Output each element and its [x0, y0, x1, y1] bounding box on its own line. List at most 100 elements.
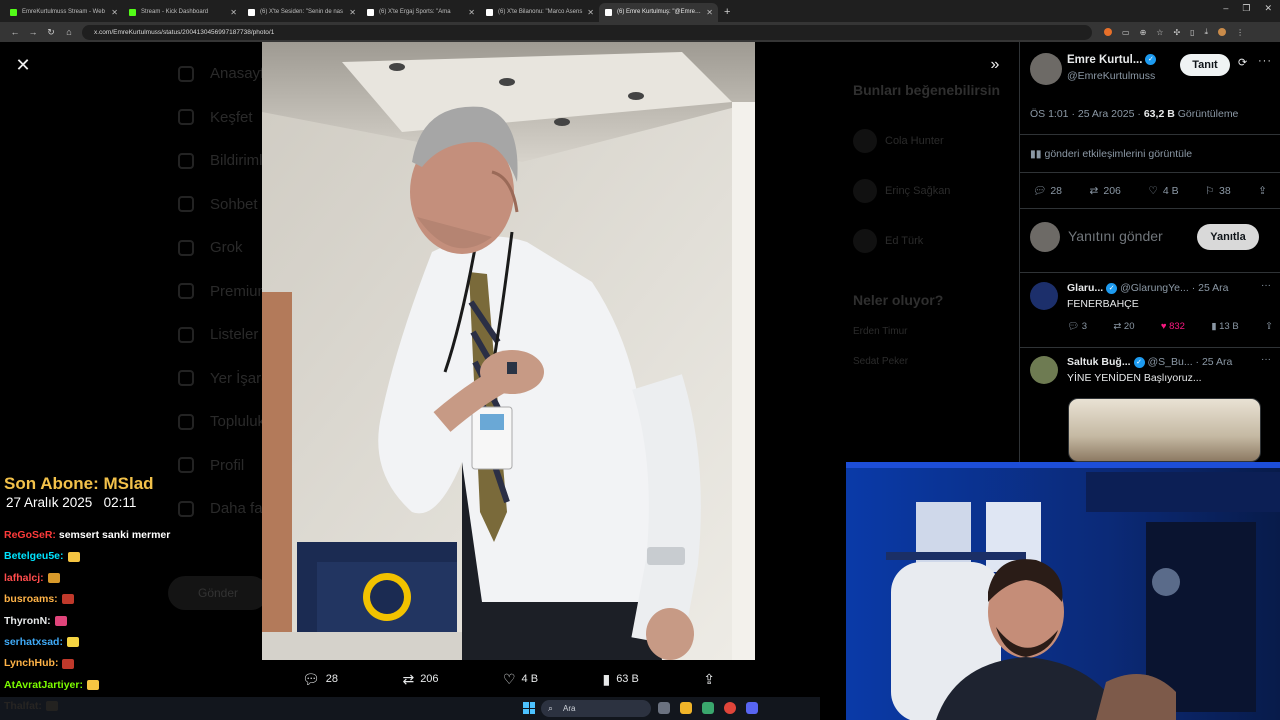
- sidebar-icon[interactable]: ▯: [1190, 28, 1194, 37]
- like-stat[interactable]: ♡ 4 B: [1148, 184, 1178, 197]
- discord-icon[interactable]: [746, 702, 758, 714]
- zoom-icon[interactable]: ⊕: [1140, 28, 1147, 37]
- address-bar-row: ← → ↻ ⌂ x.com/EmreKurtulmuss/status/2004…: [0, 22, 1280, 42]
- reply-count: 28: [325, 673, 339, 685]
- chat-message: LynchHub:: [4, 657, 75, 669]
- reply-submit-button[interactable]: Yanıtla: [1197, 224, 1259, 250]
- bookmark-stat[interactable]: ⚐ 38: [1206, 184, 1231, 197]
- who-to-follow: Bunları beğenebilirsin Cola Hunter Erinç…: [853, 82, 1013, 386]
- trends-heading: Neler oluyor?: [853, 292, 944, 308]
- tab-close-icon[interactable]: ✕: [230, 3, 237, 22]
- more-options-icon[interactable]: ···: [1261, 280, 1271, 291]
- avatar[interactable]: [1030, 282, 1058, 310]
- tab-close-icon[interactable]: ✕: [111, 3, 118, 22]
- browser-tab[interactable]: Stream - Kick Dashboard ✕: [123, 3, 242, 22]
- more-options-icon[interactable]: ···: [1258, 55, 1272, 67]
- author-name[interactable]: Emre Kurtul... ✓: [1067, 54, 1157, 66]
- tweet-stats: 💬︎ 28 ⇄ 206 ♡ 4 B ⚐ 38 ⇪: [1032, 184, 1267, 198]
- suggestion-item: Ed Türk: [853, 216, 1013, 266]
- share-button[interactable]: ⇪: [703, 671, 715, 688]
- reply-author[interactable]: Saltuk Buğ... ✓ @S_Bu... · 25 Ara: [1067, 356, 1232, 368]
- url-field[interactable]: x.com/EmreKurtulmuss/status/200413045699…: [82, 24, 1092, 40]
- search-icon: ⌕: [548, 703, 554, 713]
- tab-close-icon[interactable]: ✕: [468, 3, 475, 22]
- views-label: Görüntüleme: [1177, 108, 1239, 120]
- home-icon[interactable]: ⌂: [60, 27, 78, 37]
- reply-stat-count: 28: [1050, 184, 1063, 197]
- author-handle[interactable]: @EmreKurtulmuss: [1067, 70, 1155, 82]
- x-nav-label: Premium: [210, 282, 271, 300]
- share-stat[interactable]: ⇪: [1258, 184, 1267, 197]
- windows-start-icon[interactable]: [523, 702, 535, 714]
- views-button[interactable]: ▮ 13 B: [1211, 321, 1238, 332]
- chat-message: ReGoSeR: semsert sanki mermer: [4, 529, 170, 541]
- bookmark-star-icon[interactable]: ☆: [1156, 28, 1163, 37]
- tweet-photo[interactable]: [262, 42, 755, 660]
- suggestion-name: Ed Türk: [885, 235, 924, 247]
- reload-icon[interactable]: ↻: [42, 27, 60, 38]
- views-button[interactable]: ▮ 63 B: [602, 671, 638, 688]
- browser-tab[interactable]: (6) X'te Bilanonu: "Marco Asens ✕: [480, 3, 599, 22]
- repost-button[interactable]: ⇄ 20: [1113, 321, 1134, 332]
- new-tab-button[interactable]: +: [724, 6, 730, 18]
- view-engagements-link[interactable]: ▮▮ gönderi etkileşimlerini görüntüle: [1030, 148, 1192, 160]
- minimize-button[interactable]: –: [1223, 3, 1228, 14]
- follow-button[interactable]: Tanıt: [1180, 54, 1230, 76]
- reply-input[interactable]: Yanıtını gönder: [1068, 228, 1163, 244]
- view-count: 63,2 B: [1143, 108, 1175, 120]
- heart-icon: ♡: [1148, 184, 1158, 197]
- chat-emote-icon: [61, 594, 74, 605]
- like-button[interactable]: ♥ 832: [1161, 321, 1185, 332]
- nav-icon: [178, 413, 194, 430]
- chat-username: ReGoSeR:: [4, 529, 56, 541]
- close-window-button[interactable]: ✕: [1264, 3, 1272, 14]
- cast-icon[interactable]: ▭: [1122, 28, 1130, 37]
- reply-stat[interactable]: 💬︎ 28: [1032, 184, 1063, 198]
- maximize-button[interactable]: ❐: [1242, 3, 1250, 14]
- extensions-puzzle-icon[interactable]: ✣: [1173, 28, 1180, 37]
- reply-author[interactable]: Glaru... ✓ @GlarungYe... · 25 Ara: [1067, 282, 1228, 294]
- app-icon[interactable]: [702, 702, 714, 714]
- repost-count: 206: [420, 673, 439, 685]
- close-icon[interactable]: ✕: [14, 56, 32, 74]
- bookmark-stat-count: 38: [1218, 184, 1231, 197]
- tab-close-icon[interactable]: ✕: [706, 3, 713, 22]
- taskbar-search-label: Ara: [563, 704, 576, 713]
- extension-icon[interactable]: [1104, 28, 1112, 36]
- reply-actions: 💬︎ 3 ⇄ 20 ♥ 832 ▮ 13 B ⇪: [1067, 321, 1273, 332]
- repost-stat[interactable]: ⇄ 206: [1090, 184, 1121, 197]
- like-button[interactable]: ♡ 4 B: [503, 671, 538, 688]
- tab-close-icon[interactable]: ✕: [587, 3, 594, 22]
- avatar[interactable]: [1030, 53, 1062, 85]
- profile-icon[interactable]: [1218, 28, 1227, 36]
- reply-button[interactable]: 💬︎ 3: [1067, 321, 1087, 332]
- tab-title: (6) X'te Ergaj Sports: "Ama: [379, 9, 451, 15]
- browser-tab[interactable]: (6) X'te Ergaj Sports: "Ama ✕: [361, 3, 480, 22]
- taskbar-search[interactable]: ⌕ Ara: [541, 700, 651, 717]
- chrome-icon[interactable]: [724, 702, 736, 714]
- task-view-icon[interactable]: [658, 702, 670, 714]
- share-icon[interactable]: ⇪: [1265, 321, 1273, 332]
- x-nav-label: Listeler: [210, 326, 259, 344]
- menu-icon[interactable]: ⋮: [1236, 28, 1244, 37]
- overlay-time: 02:11: [103, 495, 137, 510]
- repost-button[interactable]: ⇄ 206: [402, 671, 438, 688]
- downloads-icon[interactable]: ⤓: [1205, 27, 1209, 37]
- forward-icon[interactable]: →: [24, 27, 42, 37]
- file-explorer-icon[interactable]: [680, 702, 692, 714]
- reply-button[interactable]: 💬︎ 28: [302, 671, 338, 688]
- chart-icon: ▮▮: [1030, 148, 1045, 160]
- more-options-icon[interactable]: ···: [1261, 354, 1271, 365]
- grok-icon[interactable]: ⟳: [1238, 56, 1247, 69]
- browser-tab[interactable]: (6) Emre Kurtulmuş: "@Emreflei ✕: [599, 3, 718, 22]
- reply-media[interactable]: [1068, 398, 1261, 462]
- browser-tab[interactable]: EmreKurtulmuss Stream - Web ✕: [4, 3, 123, 22]
- browser-tab[interactable]: (6) X'te Sesiden: "Senin de nas ✕: [242, 3, 361, 22]
- chat-username: serhatxsad:: [4, 636, 63, 648]
- expand-panel-icon[interactable]: »: [986, 56, 1004, 74]
- screen: { "browser": { "tabs": [ {"title": "Emre…: [0, 0, 1280, 720]
- back-icon[interactable]: ←: [6, 27, 24, 37]
- tab-close-icon[interactable]: ✕: [349, 3, 356, 22]
- avatar[interactable]: [1030, 356, 1058, 384]
- nav-icon: [178, 326, 194, 343]
